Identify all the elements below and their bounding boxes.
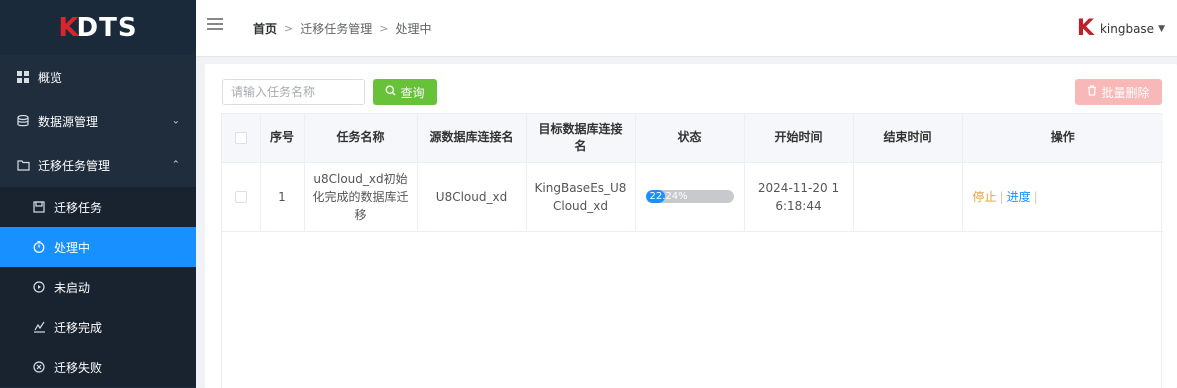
sidebar-item-not-started[interactable]: 未启动: [0, 267, 196, 307]
caret-down-icon: ▼: [1158, 23, 1165, 34]
column-header: 结束时间: [853, 114, 963, 163]
column-header: 序号: [260, 114, 305, 163]
sidebar-item-migration-management[interactable]: 迁移任务管理 ⌃: [0, 143, 196, 187]
row-end-time: [853, 162, 963, 232]
sidebar-item-label: 概览: [38, 70, 63, 85]
task-table: 序号 任务名称 源数据库连接名 目标数据库连接名 状态 开始时间 结束时间 操作…: [221, 113, 1163, 388]
breadcrumb-separator-icon: >: [379, 21, 389, 35]
main-card: 查询 批量删除 序号 任务名称 源数据库连接名 目标数据库连接名 状态 开: [205, 64, 1177, 388]
breadcrumb-home[interactable]: 首页: [253, 20, 277, 37]
sidebar-item-migration-task[interactable]: 迁移任务: [0, 187, 196, 227]
select-all-cell: [222, 114, 261, 163]
grid-icon: [16, 70, 30, 84]
stop-link[interactable]: 停止: [973, 190, 997, 204]
play-circle-icon: [32, 280, 46, 294]
row-source: U8Cloud_xd: [417, 162, 527, 232]
row-select-cell: [222, 162, 261, 232]
batch-delete-label: 批量删除: [1101, 85, 1150, 100]
chevron-up-icon: ⌃: [171, 159, 180, 171]
logo-text: DTS: [76, 12, 138, 43]
sidebar-item-datasource[interactable]: 数据源管理 ⌄: [0, 99, 196, 143]
row-checkbox[interactable]: [234, 191, 247, 203]
user-name: kingbase: [1099, 21, 1155, 36]
sidebar-item-overview[interactable]: 概览: [0, 55, 196, 99]
column-header: 任务名称: [304, 114, 418, 163]
sidebar-item-label: 数据源管理: [38, 114, 99, 129]
toolbar: 查询: [222, 79, 437, 105]
menu-toggle-icon[interactable]: [207, 17, 223, 30]
task-name-search-input[interactable]: [222, 79, 365, 105]
row-operations: 停止 | 进度 |: [962, 162, 1163, 232]
folder-icon: [16, 158, 30, 172]
progress-link[interactable]: 进度: [1007, 190, 1031, 204]
batch-delete-button[interactable]: 批量删除: [1075, 79, 1162, 105]
query-button-label: 查询: [400, 85, 425, 100]
search-icon: [385, 85, 396, 99]
row-index: 1: [260, 162, 305, 232]
op-divider: |: [1033, 189, 1038, 204]
breadcrumb: 首页 > 迁移任务管理 > 处理中: [253, 20, 431, 37]
sidebar-item-migration-failed[interactable]: 迁移失败: [0, 347, 196, 387]
logo-mark: K: [58, 12, 78, 43]
query-button[interactable]: 查询: [373, 79, 437, 105]
row-status: 22.24%: [635, 162, 745, 232]
column-header: 开始时间: [744, 114, 854, 163]
database-icon: [16, 114, 30, 128]
app-logo: K DTS: [0, 0, 196, 55]
row-task-name: u8Cloud_xd初始化完成的数据库迁移: [304, 162, 418, 232]
top-header: 首页 > 迁移任务管理 > 处理中 K kingbase ▼: [196, 0, 1177, 57]
breadcrumb-migration-management[interactable]: 迁移任务管理: [300, 20, 372, 37]
column-header: 源数据库连接名: [417, 114, 527, 163]
user-menu[interactable]: K kingbase ▼: [1077, 0, 1165, 57]
trash-icon: [1087, 85, 1097, 99]
chevron-down-icon: ⌄: [171, 115, 180, 127]
column-header: 状态: [635, 114, 745, 163]
progress-text: 22.24%: [649, 191, 688, 202]
table-row: 1 u8Cloud_xd初始化完成的数据库迁移 U8Cloud_xd KingB…: [222, 162, 1163, 232]
sidebar-item-migration-complete[interactable]: 迁移完成: [0, 307, 196, 347]
op-divider: |: [999, 189, 1004, 204]
user-logo-mark: K: [1076, 16, 1094, 41]
sidebar-item-label: 迁移任务: [54, 200, 103, 215]
sidebar-item-processing[interactable]: 处理中: [0, 227, 196, 267]
breadcrumb-processing: 处理中: [395, 21, 432, 36]
select-all-checkbox[interactable]: [234, 131, 247, 144]
save-icon: [32, 200, 46, 214]
sidebar-item-label: 处理中: [54, 240, 91, 255]
row-target: KingBaseEs_U8Cloud_xd: [526, 162, 636, 232]
sidebar-item-label: 迁移完成: [54, 320, 103, 335]
sidebar-item-label: 迁移任务管理: [38, 158, 111, 173]
table-header-row: 序号 任务名称 源数据库连接名 目标数据库连接名 状态 开始时间 结束时间 操作: [222, 114, 1163, 163]
row-start-time: 2024-11-20 16:18:44: [744, 162, 854, 232]
submenu-migration: 迁移任务 处理中 未启动 迁移完成 迁移失败: [0, 187, 196, 387]
progress-bar: 22.24%: [645, 190, 734, 203]
sidebar-item-label: 未启动: [54, 280, 91, 295]
close-circle-icon: [32, 360, 46, 374]
column-header: 目标数据库连接名: [526, 114, 636, 163]
sidebar-item-label: 迁移失败: [54, 360, 103, 375]
check-chart-icon: [32, 320, 46, 334]
timer-icon: [32, 240, 46, 254]
column-header: 操作: [962, 114, 1163, 163]
sidebar: K DTS 概览 数据源管理 ⌄ 迁移任务管理 ⌃ 迁移任务 处理中 未启动 迁…: [0, 0, 196, 388]
breadcrumb-separator-icon: >: [284, 21, 294, 35]
